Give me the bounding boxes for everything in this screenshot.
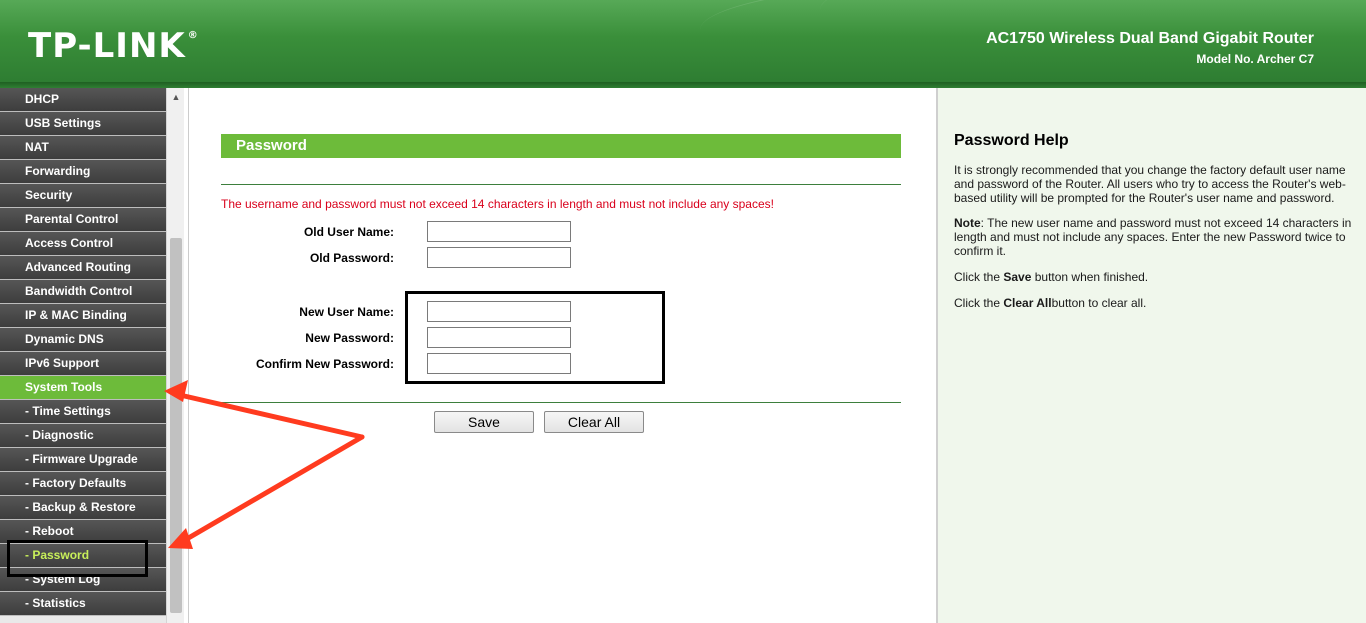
sidebar-scrollbar[interactable]: ▲	[166, 88, 184, 623]
scrollbar-thumb[interactable]	[170, 238, 182, 613]
highlight-box-new-credentials	[405, 291, 665, 384]
page-title: Password	[221, 134, 901, 158]
help-clear-hint: Click the Clear Allbutton to clear all.	[954, 296, 1354, 310]
sidebar-item-time-settings[interactable]: - Time Settings	[0, 400, 166, 424]
sidebar-item-diagnostic[interactable]: - Diagnostic	[0, 424, 166, 448]
old-user-name-input[interactable]	[427, 221, 571, 242]
new-user-name-label: New User Name:	[299, 305, 394, 319]
old-user-name-label: Old User Name:	[303, 225, 394, 239]
sidebar-item-system-tools[interactable]: System Tools	[0, 376, 166, 400]
product-title: AC1750 Wireless Dual Band Gigabit Router	[986, 30, 1314, 47]
help-title: Password Help	[954, 132, 1069, 149]
sidebar-item-advanced-routing[interactable]: Advanced Routing	[0, 256, 166, 280]
sidebar-item-ip-mac-binding[interactable]: IP & MAC Binding	[0, 304, 166, 328]
scroll-up-arrow-icon[interactable]: ▲	[167, 92, 185, 106]
old-password-label: Old Password:	[309, 251, 394, 265]
new-password-label: New Password:	[305, 331, 394, 345]
sidebar-item-bandwidth-control[interactable]: Bandwidth Control	[0, 280, 166, 304]
confirm-password-label: Confirm New Password:	[255, 357, 394, 371]
help-paragraph: It is strongly recommended that you chan…	[954, 163, 1346, 205]
sidebar-menu: DHCP USB Settings NAT Forwarding Securit…	[0, 88, 166, 616]
sidebar-item-access-control[interactable]: Access Control	[0, 232, 166, 256]
brand-logo: TP-LINK ®	[28, 26, 199, 66]
sidebar-item-usb-settings[interactable]: USB Settings	[0, 112, 166, 136]
highlight-box-password-item	[7, 540, 148, 577]
clear-all-button[interactable]: Clear All	[544, 411, 644, 433]
help-save-pre: Click the	[954, 270, 1004, 284]
help-save-hint: Click the Save button when finished.	[954, 270, 1354, 284]
help-panel: Password Help It is strongly recommended…	[936, 88, 1366, 623]
registered-mark: ®	[187, 30, 199, 41]
help-save-post: button when finished.	[1031, 270, 1149, 284]
sidebar-item-nat[interactable]: NAT	[0, 136, 166, 160]
sidebar-item-security[interactable]: Security	[0, 184, 166, 208]
sidebar-item-factory-defaults[interactable]: - Factory Defaults	[0, 472, 166, 496]
help-note-label: Note	[954, 216, 981, 230]
warning-message: The username and password must not excee…	[221, 197, 774, 211]
save-button[interactable]: Save	[434, 411, 534, 433]
help-save-bold: Save	[1003, 270, 1032, 284]
help-clear-post: button to clear all.	[1051, 296, 1147, 310]
old-password-input[interactable]	[427, 247, 571, 268]
sidebar-item-dhcp[interactable]: DHCP	[0, 88, 166, 112]
sidebar-item-forwarding[interactable]: Forwarding	[0, 160, 166, 184]
sidebar-item-dynamic-dns[interactable]: Dynamic DNS	[0, 328, 166, 352]
sidebar-item-firmware-upgrade[interactable]: - Firmware Upgrade	[0, 448, 166, 472]
sidebar-item-backup-restore[interactable]: - Backup & Restore	[0, 496, 166, 520]
sidebar-item-parental-control[interactable]: Parental Control	[0, 208, 166, 232]
help-note-text: : The new user name and password must no…	[954, 216, 1352, 258]
sidebar-item-ipv6-support[interactable]: IPv6 Support	[0, 352, 166, 376]
sidebar-item-statistics[interactable]: - Statistics	[0, 592, 166, 616]
help-clear-pre: Click the	[954, 296, 1004, 310]
model-number: Model No. Archer C7	[1196, 52, 1314, 66]
brand-logo-text: TP-LINK	[28, 26, 186, 66]
divider-top	[221, 184, 901, 185]
help-clear-bold: Clear All	[1003, 296, 1052, 310]
divider-bottom	[221, 402, 901, 403]
help-note: Note: The new user name and password mus…	[954, 216, 1354, 258]
header-banner: TP-LINK ® AC1750 Wireless Dual Band Gigab…	[0, 0, 1366, 82]
